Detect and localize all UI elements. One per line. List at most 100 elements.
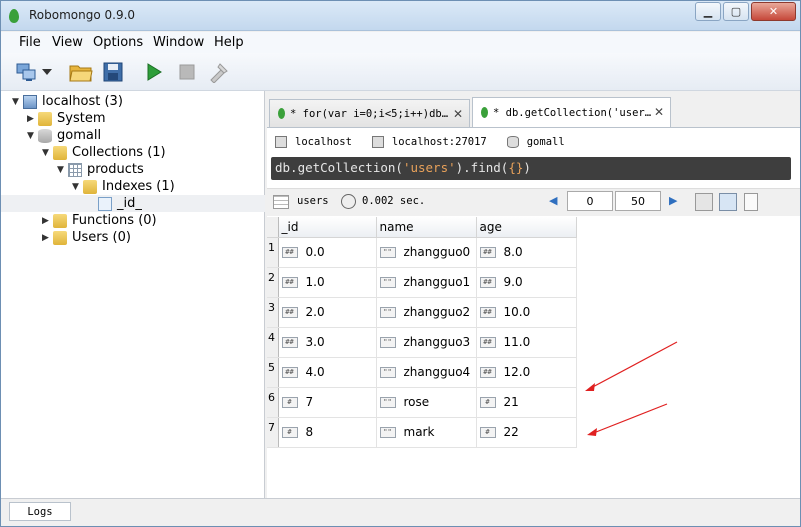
row-number-header [267,217,279,238]
table-row[interactable]: 3 ## 2.0 "" zhangguo2 ## 10.0 [267,297,577,328]
run-icon[interactable] [141,59,167,85]
cell-age[interactable]: ## 10.0 [476,297,577,328]
menu-options[interactable]: Options [93,35,143,50]
cell-id[interactable]: #8 [278,417,377,448]
close-tab-icon[interactable]: ✕ [654,105,664,119]
table-row[interactable]: 1 ## 0.0 "" zhangguo0 ## 8.0 [267,237,577,268]
title-bar: Robomongo 0.9.0 ▁ ▢ ✕ [1,1,800,31]
tree-collections-label: Collections (1) [72,145,166,160]
cell-age[interactable]: ## 12.0 [476,357,577,388]
cell-id[interactable]: ## 3.0 [278,327,377,358]
number-type-icon: ## [281,307,298,318]
row-number: 3 [267,297,279,328]
cell-name[interactable]: "" zhangguo0 [376,237,477,268]
save-icon[interactable] [100,59,126,85]
query-editor[interactable]: db.getCollection('users').find({}) [271,157,791,180]
cell-name[interactable]: "" zhangguo4 [376,357,477,388]
column-header-age[interactable]: age [476,217,577,238]
table-row[interactable]: 5 ## 4.0 "" zhangguo4 ## 12.0 [267,357,577,388]
table-row[interactable]: 2 ## 1.0 "" zhangguo1 ## 9.0 [267,267,577,298]
tree-database-label: gomall [57,128,102,143]
cell-id[interactable]: ## 4.0 [278,357,377,388]
menu-file[interactable]: File [19,35,41,50]
menu-help[interactable]: Help [214,35,244,50]
prev-page-button[interactable]: ◀ [549,194,557,207]
cell-id-value: 8 [305,425,314,439]
collapse-arrow-icon[interactable]: ▶ [41,216,50,226]
connect-icon[interactable] [13,59,39,85]
cell-id[interactable]: ## 1.0 [278,267,377,298]
expand-arrow-icon[interactable]: ▼ [26,131,35,141]
int-type-icon: # [281,427,298,438]
stop-icon[interactable] [174,59,200,85]
string-type-icon: "" [379,307,396,318]
cell-name[interactable]: "" rose [376,387,477,418]
collapse-arrow-icon[interactable]: ▶ [26,114,35,124]
close-button[interactable]: ✕ [751,2,796,21]
maximize-button[interactable]: ▢ [723,2,749,21]
tab-query-2-label: * db.getCollection('user… [493,106,652,119]
limit-input[interactable] [615,191,661,211]
text-view-icon[interactable] [744,193,758,211]
tree-system[interactable]: ▶ System [1,110,265,127]
collapse-arrow-icon[interactable]: ▶ [41,233,50,243]
tree-server[interactable]: ▼ localhost (3) [1,93,265,110]
cell-age-value: 10.0 [503,305,531,319]
cell-id[interactable]: #7 [278,387,377,418]
tree-database[interactable]: ▼ gomall [1,127,265,144]
expand-arrow-icon[interactable]: ▼ [56,165,65,175]
number-type-icon: ## [281,367,298,378]
cell-id[interactable]: ## 0.0 [278,237,377,268]
cell-age[interactable]: #21 [476,387,577,418]
tree-index-id[interactable]: _id_ [1,195,265,212]
tab-query-1-label: * for(var i=0;i<5;i++)db… [290,107,449,120]
cell-name[interactable]: "" zhangguo2 [376,297,477,328]
cell-age[interactable]: ## 8.0 [476,237,577,268]
expand-arrow-icon[interactable]: ▼ [41,148,50,158]
cell-age[interactable]: ## 11.0 [476,327,577,358]
menu-window[interactable]: Window [153,35,204,50]
column-header-id[interactable]: _id [278,217,377,238]
expand-arrow-icon[interactable]: ▼ [11,97,20,107]
table-row[interactable]: 6 #7 "" rose #21 [267,387,577,418]
string-type-icon: "" [379,367,396,378]
table-row[interactable]: 7 #8 "" mark #22 [267,417,577,448]
table-view-icon[interactable] [719,193,737,211]
tree-collections[interactable]: ▼ Collections (1) [1,144,265,161]
logs-tab[interactable]: Logs [9,502,71,521]
query-close: ) [523,160,531,175]
close-tab-icon[interactable]: ✕ [453,107,463,121]
expand-arrow-icon[interactable]: ▼ [71,182,80,192]
string-type-icon: "" [379,247,396,258]
menu-view[interactable]: View [52,35,83,50]
cell-age[interactable]: ## 9.0 [476,267,577,298]
tree-indexes[interactable]: ▼ Indexes (1) [1,178,265,195]
cell-age[interactable]: #22 [476,417,577,448]
results-table: _id name age 1 ## 0.0 "" zhangguo0 ## 8.0 [267,217,577,448]
cell-name[interactable]: "" zhangguo1 [376,267,477,298]
open-icon[interactable] [68,59,94,85]
annotation-arrow [590,403,668,435]
dropdown-icon[interactable] [39,59,55,85]
tab-query-2[interactable]: * db.getCollection('user… ✕ [472,97,671,127]
tree-users[interactable]: ▶ Users (0) [1,229,265,246]
number-type-icon: ## [281,277,298,288]
annotation-arrowhead [587,428,597,436]
cell-id-value: 0.0 [305,245,325,259]
skip-input[interactable] [567,191,613,211]
tree-collection-products[interactable]: ▼ products [1,161,265,178]
tree-system-label: System [57,111,106,126]
tree-functions[interactable]: ▶ Functions (0) [1,212,265,229]
cell-name[interactable]: "" mark [376,417,477,448]
tree-view-icon[interactable] [695,193,713,211]
cell-name[interactable]: "" zhangguo3 [376,327,477,358]
minimize-button[interactable]: ▁ [695,2,721,21]
tree-index-label: _id_ [117,196,142,211]
cell-id-value: 7 [305,395,314,409]
column-header-name[interactable]: name [376,217,477,238]
tools-icon[interactable] [206,59,232,85]
table-row[interactable]: 4 ## 3.0 "" zhangguo3 ## 11.0 [267,327,577,358]
cell-id[interactable]: ## 2.0 [278,297,377,328]
next-page-button[interactable]: ▶ [669,194,677,207]
tab-query-1[interactable]: * for(var i=0;i<5;i++)db… ✕ [269,99,470,127]
